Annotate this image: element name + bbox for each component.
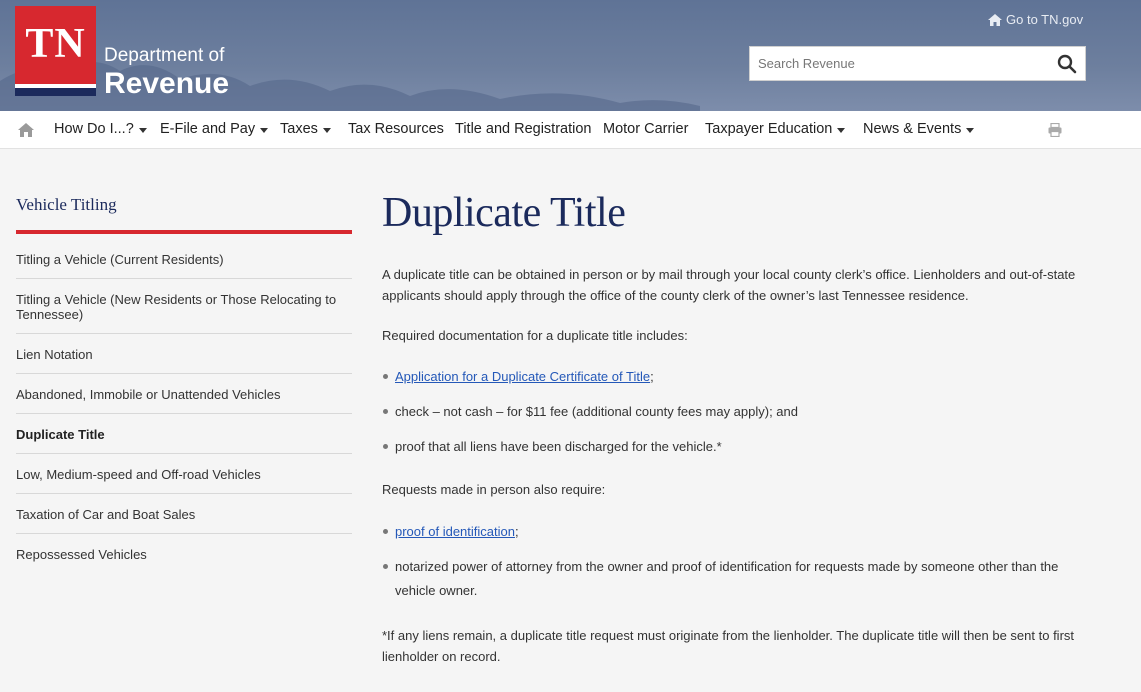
caret-down-icon	[138, 127, 147, 133]
nav-item-label: How Do I...?	[54, 121, 134, 137]
list-item: check – not cash – for $11 fee (addition…	[382, 400, 1092, 424]
intro-paragraph: A duplicate title can be obtained in per…	[382, 267, 1076, 303]
tn-logo[interactable]: TN	[15, 6, 96, 96]
duplicate-title-application-link[interactable]: Application for a Duplicate Certificate …	[395, 369, 650, 384]
list-item-text: check – not cash – for $11 fee (addition…	[395, 404, 798, 419]
search-box	[749, 46, 1086, 81]
goto-tn-link[interactable]: Go to TN.gov	[988, 12, 1083, 27]
nav-item-tax-resources[interactable]: Tax Resources	[348, 121, 444, 137]
sidebar-item-titling-current-residents[interactable]: Titling a Vehicle (Current Residents)	[16, 239, 352, 279]
nav-item-title-and-registration[interactable]: Title and Registration	[455, 121, 591, 137]
sidebar-title[interactable]: Vehicle Titling	[16, 195, 117, 215]
caret-down-icon	[966, 127, 975, 133]
nav-item-efile-and-pay[interactable]: E-File and Pay	[160, 121, 269, 137]
nav-item-label: News & Events	[863, 121, 962, 137]
list-item: proof that all liens have been discharge…	[382, 435, 1092, 459]
nav-item-how-do-i[interactable]: How Do I...?	[54, 121, 147, 137]
nav-item-news-events[interactable]: News & Events	[863, 121, 975, 137]
nav-item-label: E-File and Pay	[160, 121, 256, 137]
nav-item-taxes[interactable]: Taxes	[280, 121, 331, 137]
nav-item-taxpayer-education[interactable]: Taxpayer Education	[705, 121, 846, 137]
bullet-icon	[383, 564, 388, 569]
sidebar-item-low-medium-speed[interactable]: Low, Medium-speed and Off-road Vehicles	[16, 454, 352, 494]
nav-item-motor-carrier[interactable]: Motor Carrier	[603, 121, 688, 137]
caret-down-icon	[260, 127, 269, 133]
logo-text: TN	[25, 21, 86, 67]
revenue-label: Revenue	[104, 67, 230, 100]
nav-item-label: Motor Carrier	[603, 121, 689, 137]
logo-stripe-blue	[15, 88, 96, 96]
bullet-icon	[383, 374, 388, 379]
bullet-icon	[383, 529, 388, 534]
page-title: Duplicate Title	[382, 190, 626, 236]
sidebar-item-duplicate-title[interactable]: Duplicate Title	[16, 414, 352, 454]
home-icon	[988, 13, 1002, 26]
bullet-icon	[383, 444, 388, 449]
caret-down-icon	[837, 127, 846, 133]
goto-tn-label: Go to TN.gov	[1006, 12, 1084, 27]
sidebar-nav: Titling a Vehicle (Current Residents) Ti…	[16, 239, 352, 573]
footnote-paragraph: *If any liens remain, a duplicate title …	[382, 628, 1075, 664]
print-icon[interactable]	[1048, 123, 1062, 137]
sidebar-item-titling-new-residents[interactable]: Titling a Vehicle (New Residents or Thos…	[16, 279, 352, 334]
list-item: notarized power of attorney from the own…	[382, 555, 1092, 603]
caret-down-icon	[322, 127, 331, 133]
home-icon[interactable]	[18, 123, 34, 137]
nav-item-label: Taxes	[280, 121, 318, 137]
main-nav: How Do I...? E-File and Pay Taxes Tax Re…	[0, 111, 1141, 149]
list-item-suffix: ;	[650, 369, 654, 384]
list-item-suffix: ;	[514, 524, 519, 539]
search-icon[interactable]	[1057, 54, 1077, 74]
in-person-list: proof of identification; notarized power…	[382, 520, 1092, 603]
sidebar-item-taxation-car-boat[interactable]: Taxation of Car and Boat Sales	[16, 494, 352, 534]
sidebar-item-abandoned-vehicles[interactable]: Abandoned, Immobile or Unattended Vehicl…	[16, 374, 352, 414]
proof-of-identification-link[interactable]: proof of identification	[395, 524, 515, 539]
nav-item-label: Title and Registration	[455, 121, 592, 137]
list-item-text: notarized power of attorney from the own…	[395, 559, 1059, 598]
main-content: Duplicate Title A duplicate title can be…	[382, 188, 1092, 667]
nav-item-label: Taxpayer Education	[705, 121, 833, 137]
sidebar-item-repossessed-vehicles[interactable]: Repossessed Vehicles	[16, 534, 352, 573]
list-item-text: proof that all liens have been discharge…	[395, 439, 722, 454]
sidebar-item-lien-notation[interactable]: Lien Notation	[16, 334, 352, 374]
required-docs-heading: Required documentation for a duplicate t…	[382, 328, 688, 343]
department-label: Department of	[104, 45, 225, 66]
required-docs-list: Application for a Duplicate Certificate …	[382, 365, 1092, 459]
nav-item-label: Tax Resources	[348, 121, 444, 137]
bullet-icon	[383, 409, 388, 414]
list-item: proof of identification;	[382, 520, 1092, 544]
site-header: TN Department of Revenue Go to TN.gov	[0, 0, 1141, 111]
sidebar-accent-bar	[16, 230, 352, 234]
list-item: Application for a Duplicate Certificate …	[382, 365, 1092, 389]
in-person-heading: Requests made in person also require:	[382, 482, 606, 497]
search-input[interactable]	[750, 47, 1040, 80]
